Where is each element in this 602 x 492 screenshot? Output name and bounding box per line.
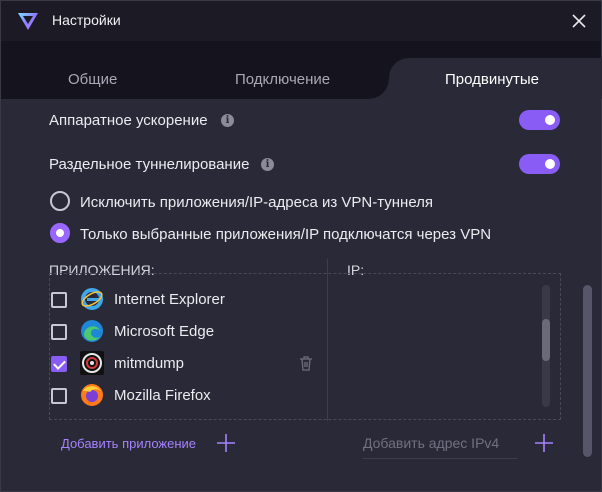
add-app-plus-icon[interactable] [216, 433, 236, 453]
add-app-link[interactable]: Добавить приложение [61, 436, 196, 451]
ip-list-scrollbar-thumb[interactable] [542, 319, 550, 361]
add-ip-plus-icon[interactable] [534, 433, 554, 453]
tab-connection[interactable]: Подключение [235, 71, 330, 88]
settings-window: Настройки Общие Подключение Продвинутые … [0, 0, 602, 492]
app-name: mitmdump [114, 355, 185, 372]
hw-accel-label: Аппаратное ускорение [49, 112, 208, 129]
panel-scrollbar-thumb[interactable] [583, 285, 592, 457]
window-title: Настройки [52, 12, 121, 28]
firefox-icon [81, 384, 103, 406]
radio-only-selected-label: Только выбранные приложения/IP подключат… [80, 226, 492, 243]
advanced-panel: Аппаратное ускорение i Раздельное туннел… [1, 99, 601, 491]
app-logo-icon [18, 13, 38, 30]
column-divider [327, 259, 328, 421]
hw-accel-toggle[interactable] [519, 110, 560, 130]
app-name: Internet Explorer [114, 291, 225, 308]
hw-accel-info-icon[interactable]: i [221, 114, 234, 127]
radio-exclude-label: Исключить приложения/IP-адреса из VPN-ту… [80, 194, 434, 211]
app-checkbox[interactable] [51, 356, 67, 372]
split-tunnel-info-icon[interactable]: i [261, 158, 274, 171]
split-tunnel-label: Раздельное туннелирование [49, 156, 250, 173]
internet-explorer-icon [81, 288, 103, 310]
tab-general[interactable]: Общие [68, 71, 117, 88]
app-name: Microsoft Edge [114, 323, 215, 340]
tab-advanced[interactable]: Продвинутые [445, 71, 539, 88]
tab-bar: Общие Подключение Продвинутые [1, 41, 602, 99]
trash-icon[interactable] [299, 356, 313, 371]
app-checkbox[interactable] [51, 324, 67, 340]
mitmdump-icon [80, 351, 104, 375]
radio-only-selected[interactable] [50, 223, 70, 243]
title-bar: Настройки [1, 1, 601, 41]
microsoft-edge-icon [81, 320, 103, 342]
app-checkbox[interactable] [51, 292, 67, 308]
close-icon[interactable] [566, 8, 592, 34]
app-name: Mozilla Firefox [114, 387, 211, 404]
ip-address-input[interactable] [363, 427, 517, 459]
radio-exclude[interactable] [50, 191, 70, 211]
app-checkbox[interactable] [51, 388, 67, 404]
split-tunnel-toggle[interactable] [519, 154, 560, 174]
